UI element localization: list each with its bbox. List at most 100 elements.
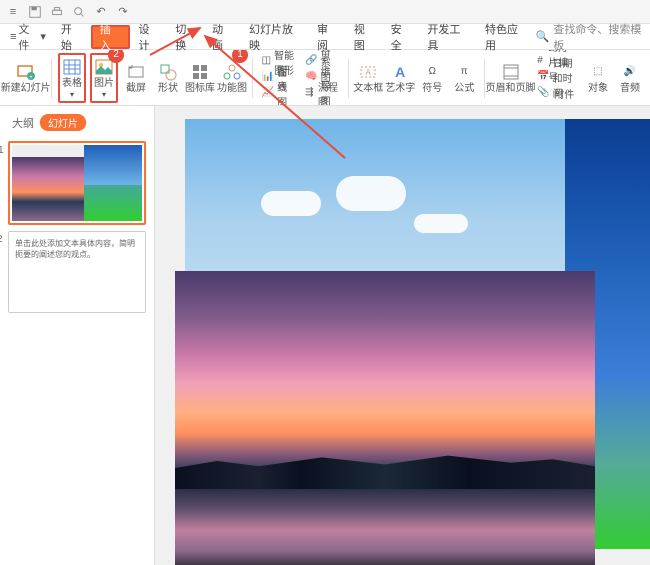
tab-animation[interactable]: 动画 (205, 25, 240, 49)
chart-group: ◫智能图形 📊图表 📈在线图表 (259, 54, 299, 102)
screenshot-icon (126, 62, 146, 82)
smartgfx-icon (222, 62, 242, 82)
print-icon[interactable] (50, 5, 64, 19)
save-icon[interactable] (28, 5, 42, 19)
audio-label: 音频 (620, 83, 640, 94)
tab-slideshow[interactable]: 幻灯片放映 (242, 25, 308, 49)
iconlib-label: 图标库 (185, 83, 215, 94)
shapes-icon (158, 62, 178, 82)
mindmap-icon: 🧠 (305, 71, 317, 85)
redo-icon[interactable]: ↷ (116, 5, 130, 19)
annotation-badge-1: 1 (232, 50, 248, 63)
smartgfx-button[interactable]: 1 功能图 (218, 53, 246, 103)
online-chart-button[interactable]: 📈在线图表 (259, 86, 299, 102)
wordart-button[interactable]: A 艺术字 (386, 53, 414, 103)
search-icon: 🔍 (536, 30, 550, 43)
slide-thumbnail-2[interactable]: 2 单击此处添加文本具体内容，简明扼要的阐述您的观点。 (8, 231, 146, 313)
equation-icon: π (454, 62, 474, 82)
annotation-badge-2: 2 (108, 50, 124, 63)
thumb-number: 1 (0, 145, 4, 156)
search-placeholder: 查找命令、搜索模板 (553, 21, 646, 53)
tab-view[interactable]: 视图 (347, 25, 382, 49)
insert-extras-group: #幻灯片编号 📅日期和时间 📎附件 (534, 54, 580, 102)
ribbon: + 新建幻灯片 表格 ▾ 2 图片 ▾ 截屏 形状 图标库 1 功能图 ◫智能图… (0, 50, 650, 106)
menu-icon[interactable]: ≡ (6, 5, 20, 19)
picture-label: 图片 (94, 78, 114, 89)
divider (51, 58, 52, 98)
header-footer-icon (501, 62, 521, 82)
iconlib-icon (190, 62, 210, 82)
tab-review[interactable]: 审阅 (310, 25, 345, 49)
tab-transition[interactable]: 切换 (168, 25, 203, 49)
slide-canvas[interactable] (155, 106, 650, 565)
new-slide-button[interactable]: + 新建幻灯片 (6, 53, 45, 103)
tab-security[interactable]: 安全 (384, 25, 419, 49)
flowchart-icon: ⇶ (305, 87, 315, 101)
equation-label: 公式 (454, 83, 474, 94)
slide-thumbnail-1[interactable]: 1 (8, 141, 146, 225)
slides-tab[interactable]: 幻灯片 (40, 114, 86, 131)
thumb-preview: 单击此处添加文本具体内容，简明扼要的阐述您的观点。 (11, 234, 143, 310)
screenshot-button[interactable]: 截屏 (122, 53, 150, 103)
attachment-icon: 📎 (537, 87, 551, 101)
new-slide-label: 新建幻灯片 (1, 83, 51, 94)
symbol-button[interactable]: Ω 符号 (418, 53, 446, 103)
diagram-group: 🔗关系图 🧠思维导图 ⇶流程图 (302, 54, 342, 102)
side-tabs: 大纲 幻灯片 (4, 110, 150, 135)
picture-button[interactable]: 2 图片 ▾ (90, 53, 118, 103)
attachment-button[interactable]: 📎附件 (534, 86, 577, 102)
chevron-down-icon: ▾ (70, 90, 74, 99)
equation-button[interactable]: π 公式 (450, 53, 478, 103)
textbox-icon: A (358, 62, 378, 82)
svg-text:A: A (366, 68, 372, 77)
slide-panel: 大纲 幻灯片 1 2 单击此处添加文本具体内容，简明扼要的阐述您的观点。 (0, 106, 155, 565)
header-footer-label: 页眉和页脚 (486, 83, 536, 94)
hamburger-icon: ≡ (10, 31, 16, 43)
online-chart-icon: 📈 (262, 87, 274, 101)
shapes-label: 形状 (158, 83, 178, 94)
screenshot-label: 截屏 (126, 83, 146, 94)
tab-insert[interactable]: 插入 (91, 25, 130, 49)
textbox-button[interactable]: A 文本框 (354, 53, 382, 103)
object-button[interactable]: ⬚ 对象 (584, 53, 612, 103)
inserted-image-sunset[interactable] (175, 271, 595, 565)
outline-tab[interactable]: 大纲 (12, 115, 34, 131)
ribbon-tabs: ≡ 文件 ▾ 开始 插入 设计 切换 动画 幻灯片放映 审阅 视图 安全 开发工… (0, 24, 650, 50)
tab-home[interactable]: 开始 (54, 25, 89, 49)
wordart-icon: A (390, 62, 410, 82)
file-menu[interactable]: ≡ 文件 ▾ (4, 21, 52, 53)
thumb-preview (12, 145, 142, 221)
textbox-label: 文本框 (353, 83, 383, 94)
audio-icon: 🔊 (620, 62, 640, 82)
search-box[interactable]: 🔍 查找命令、搜索模板 (536, 21, 646, 53)
audio-button[interactable]: 🔊 音频 (616, 53, 644, 103)
tab-features[interactable]: 特色应用 (478, 25, 534, 49)
iconlib-button[interactable]: 图标库 (186, 53, 214, 103)
wordart-label: 艺术字 (385, 83, 415, 94)
table-icon (62, 57, 82, 77)
relation-icon: 🔗 (305, 55, 317, 69)
tab-devtools[interactable]: 开发工具 (420, 25, 476, 49)
smartart-icon: ◫ (262, 55, 271, 69)
datetime-button[interactable]: 📅日期和时间 (534, 70, 580, 86)
undo-icon[interactable]: ↶ (94, 5, 108, 19)
table-button[interactable]: 表格 ▾ (58, 53, 86, 103)
slide-number-icon: # (537, 55, 545, 69)
workspace: 大纲 幻灯片 1 2 单击此处添加文本具体内容，简明扼要的阐述您的观点。 (0, 106, 650, 565)
object-icon: ⬚ (588, 62, 608, 82)
new-slide-icon: + (16, 62, 36, 82)
chevron-down-icon: ▾ (40, 30, 46, 43)
table-label: 表格 (62, 78, 82, 89)
chart-icon: 📊 (262, 71, 275, 85)
flowchart-button[interactable]: ⇶流程图 (302, 86, 342, 102)
thumb-placeholder-text: 单击此处添加文本具体内容，简明扼要的阐述您的观点。 (15, 239, 135, 259)
object-label: 对象 (588, 83, 608, 94)
symbol-label: 符号 (422, 83, 442, 94)
header-footer-button[interactable]: 页眉和页脚 (491, 53, 530, 103)
tab-design[interactable]: 设计 (132, 25, 167, 49)
preview-icon[interactable] (72, 5, 86, 19)
smartgfx-label: 功能图 (217, 83, 247, 94)
shapes-button[interactable]: 形状 (154, 53, 182, 103)
divider (252, 58, 253, 98)
thumb-number: 2 (0, 234, 3, 245)
